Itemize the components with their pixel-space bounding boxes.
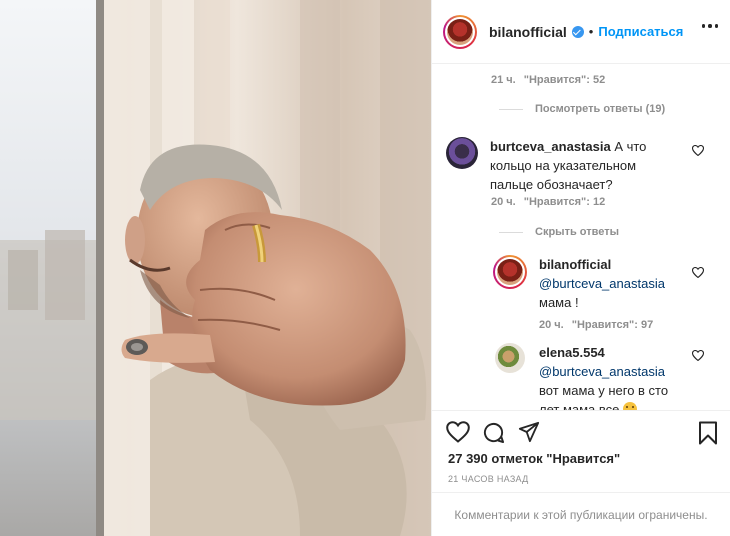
reply-like-heart-icon[interactable] [692, 350, 704, 361]
verified-icon [571, 25, 584, 38]
reply-item: bilanofficial @burtceva_anastasia мама ! [493, 255, 679, 312]
reply-like-heart-icon[interactable] [692, 267, 704, 278]
instagram-post: bilanofficial • Подписаться 21 ч. "Нравит… [0, 0, 730, 536]
comment-time[interactable]: 20 ч. [491, 196, 516, 208]
astonished-emoji-icon [623, 402, 638, 410]
heart-icon[interactable] [446, 421, 470, 443]
view-replies-label[interactable]: Посмотреть ответы (19) [535, 103, 665, 115]
reply-text: elena5.554 @burtceva_anastasia вот мама … [539, 343, 679, 410]
reply-username[interactable]: elena5.554 [539, 343, 679, 362]
post-actions [432, 410, 730, 456]
reply-item: elena5.554 @burtceva_anastasia вот мама … [495, 343, 679, 410]
comment-likes[interactable]: "Нравится": 12 [524, 196, 605, 208]
commenter-avatar[interactable] [446, 137, 478, 169]
separator-dot: • [588, 24, 594, 39]
reply-body: мама ! [539, 295, 579, 310]
comment-item: burtceva_anastasia А что кольцо на указа… [446, 137, 680, 194]
reply-time[interactable]: 20 ч. [539, 319, 564, 331]
likes-count[interactable]: 27 390 отметок "Нравится" [448, 451, 620, 466]
comment-text: burtceva_anastasia А что кольцо на указа… [490, 137, 680, 194]
reply-mention[interactable]: @burtceva_anastasia [539, 362, 679, 381]
comment-username[interactable]: burtceva_anastasia [490, 139, 611, 154]
post-timestamp[interactable]: 21 ЧАСОВ НАЗАД [448, 474, 529, 484]
reply-likes[interactable]: "Нравится": 97 [572, 319, 653, 331]
comment-icon[interactable] [482, 421, 505, 444]
share-icon[interactable] [518, 421, 540, 443]
reply-username[interactable]: bilanofficial [539, 255, 679, 274]
author-avatar[interactable] [443, 14, 477, 49]
reply-meta: 20 ч. "Нравится": 97 [539, 319, 653, 331]
comment-likes[interactable]: "Нравится": 52 [524, 74, 605, 86]
comment-meta: 20 ч. "Нравится": 12 [491, 196, 605, 208]
reply-mention[interactable]: @burtceva_anastasia [539, 274, 679, 293]
author-username[interactable]: bilanofficial [489, 24, 567, 40]
hide-replies-link[interactable]: Скрыть ответы [499, 226, 619, 238]
reply-text: bilanofficial @burtceva_anastasia мама ! [539, 255, 679, 312]
post-side-panel: bilanofficial • Подписаться 21 ч. "Нравит… [431, 0, 730, 536]
comments-restricted-notice: Комментарии к этой публикации ограничены… [432, 492, 730, 536]
reply-body: вот мама у него в сто лет мама все [539, 383, 669, 410]
post-photo[interactable] [0, 0, 431, 536]
reply-author-avatar[interactable] [495, 343, 525, 373]
more-options-icon[interactable] [701, 24, 718, 28]
hide-replies-label[interactable]: Скрыть ответы [535, 226, 619, 238]
view-replies-link[interactable]: Посмотреть ответы (19) [499, 103, 665, 115]
comment-time[interactable]: 21 ч. [491, 74, 516, 86]
photo-illustration [0, 0, 431, 536]
reply-author-avatar[interactable] [493, 255, 527, 289]
comment-meta: 21 ч. "Нравится": 52 [491, 74, 605, 86]
comment-like-heart-icon[interactable] [692, 145, 704, 156]
comments-list[interactable]: 21 ч. "Нравится": 52 Посмотреть ответы (1… [432, 65, 730, 410]
comments-restricted-text: Комментарии к этой публикации ограничены… [454, 507, 708, 522]
post-header: bilanofficial • Подписаться [432, 0, 730, 64]
follow-button[interactable]: Подписаться [598, 24, 683, 39]
bookmark-icon[interactable] [698, 421, 718, 445]
